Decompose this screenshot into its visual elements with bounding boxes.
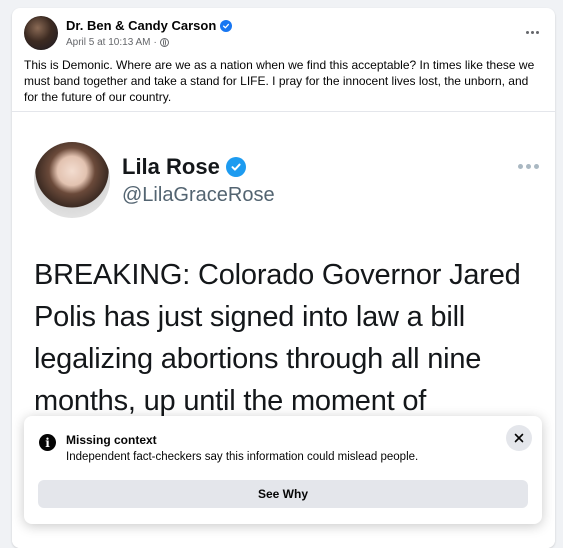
fact-check-overlay: i Missing context Independent fact-check…	[24, 416, 542, 524]
post-more-options-button[interactable]	[520, 22, 544, 42]
author-name-row: Dr. Ben & Candy Carson	[66, 18, 233, 33]
more-dot-icon	[535, 30, 539, 34]
fact-check-description: Independent fact-checkers say this infor…	[66, 451, 419, 463]
author-name[interactable]: Dr. Ben & Candy Carson	[66, 18, 216, 33]
globe-icon[interactable]	[159, 38, 169, 47]
more-dot-icon	[525, 30, 529, 34]
tweet-verified-badge-icon	[225, 157, 246, 177]
tweet-more-dot-icon	[534, 164, 539, 169]
info-icon: i	[39, 434, 56, 451]
more-dot-icon	[530, 30, 534, 34]
close-button[interactable]	[506, 425, 532, 451]
tweet-author-name: Lila Rose	[122, 154, 220, 179]
tweet-text: BREAKING: Colorado Governor Jared Polis …	[34, 259, 521, 417]
tweet-author-row: Lila Rose	[122, 154, 246, 180]
post-header: Dr. Ben & Candy Carson April 5 at 10:13 …	[24, 16, 544, 56]
tweet-author-handle: @LilaGraceRose	[122, 184, 275, 206]
post-meta: April 5 at 10:13 AM ·	[66, 37, 169, 48]
meta-separator: ·	[153, 37, 157, 48]
tweet-more-dot-icon	[526, 164, 531, 169]
tweet-author-avatar	[34, 142, 110, 218]
author-avatar[interactable]	[24, 16, 58, 50]
post-timestamp[interactable]: April 5 at 10:13 AM	[66, 37, 151, 48]
post-text: This is Demonic. Where are we as a natio…	[24, 58, 535, 104]
tweet-more-icon	[518, 164, 539, 169]
tweet-more-dot-icon	[518, 164, 523, 169]
fact-check-title: Missing context	[66, 433, 157, 447]
verified-badge-icon	[220, 19, 233, 32]
see-why-button[interactable]: See Why	[38, 480, 528, 508]
close-icon	[514, 433, 524, 443]
